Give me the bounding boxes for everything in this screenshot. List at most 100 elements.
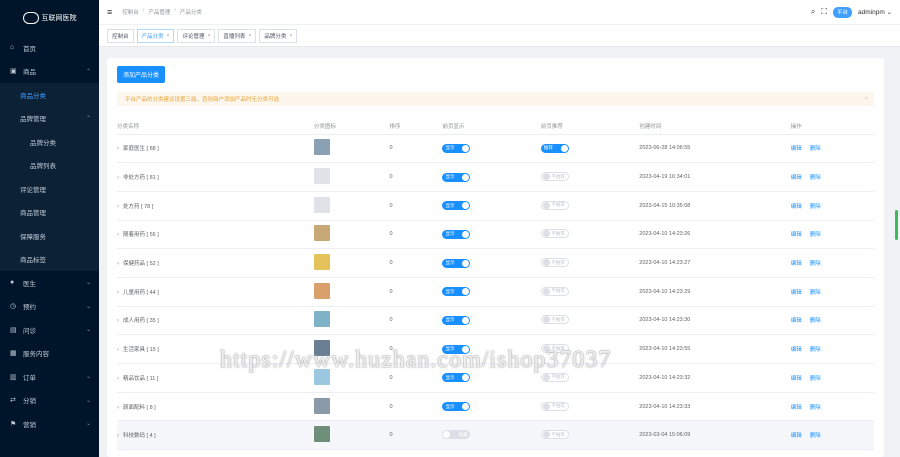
sidebar-item-appointment[interactable]: ◷ 预约 ⌄ — [0, 295, 99, 319]
edit-link[interactable]: 编辑 — [791, 146, 802, 152]
close-icon[interactable]: × — [167, 33, 170, 39]
expand-arrow-icon[interactable]: › — [117, 232, 119, 238]
show-toggle[interactable]: 显示 — [442, 258, 471, 268]
delete-link[interactable]: 删除 — [810, 433, 821, 439]
recommend-toggle[interactable]: 不推荐 — [540, 200, 569, 210]
recommend-toggle[interactable]: 不推荐 — [540, 286, 569, 296]
show-toggle[interactable]: 显示 — [442, 373, 471, 383]
sidebar-item-home[interactable]: ⌂ 首页 — [0, 36, 99, 60]
expand-arrow-icon[interactable]: › — [117, 204, 119, 210]
category-thumbnail[interactable] — [313, 397, 330, 414]
tab-brand-category[interactable]: 品牌分类 × — [259, 28, 298, 43]
fullscreen-icon[interactable]: ⛶ — [821, 7, 827, 17]
sidebar-item-comments[interactable]: 评论管理 — [0, 177, 99, 201]
delete-link[interactable]: 删除 — [810, 204, 821, 210]
category-thumbnail[interactable] — [313, 426, 330, 443]
category-thumbnail[interactable] — [313, 282, 330, 299]
edit-link[interactable]: 编辑 — [791, 204, 802, 210]
sidebar-item-orders[interactable]: ▥ 订单 ⌄ — [0, 365, 99, 389]
sidebar-item-distribution[interactable]: ⇄ 分销 ⌄ — [0, 389, 99, 413]
recommend-toggle[interactable]: 不推荐 — [540, 372, 569, 382]
user-menu[interactable]: adminpm ⌄ — [858, 8, 892, 16]
edit-link[interactable]: 编辑 — [791, 376, 802, 382]
sidebar-item-doctor[interactable]: ● 医生 ⌄ — [0, 271, 99, 295]
sidebar-item-guarantee[interactable]: 保障服务 — [0, 224, 99, 248]
close-icon[interactable]: × — [248, 33, 251, 39]
delete-link[interactable]: 删除 — [810, 290, 821, 296]
sidebar-item-brand-manage[interactable]: 品牌管理 ⌃ — [0, 106, 99, 130]
delete-link[interactable]: 删除 — [810, 232, 821, 238]
edit-link[interactable]: 编辑 — [791, 318, 802, 324]
show-toggle[interactable]: 显示 — [442, 344, 471, 354]
show-toggle[interactable]: 显示 — [442, 172, 471, 182]
breadcrumb-item[interactable]: 产品管理 — [148, 8, 170, 16]
sidebar-item-goods-category[interactable]: 商品分类 — [0, 83, 99, 107]
recommend-toggle[interactable]: 不推荐 — [540, 172, 569, 182]
sidebar-item-goods[interactable]: ▣ 商品 ⌃ — [0, 60, 99, 84]
category-thumbnail[interactable] — [313, 311, 330, 328]
category-thumbnail[interactable] — [313, 168, 330, 185]
sidebar-item-consult[interactable]: ▤ 问诊 ⌄ — [0, 318, 99, 342]
close-icon[interactable]: × — [207, 33, 210, 39]
category-thumbnail[interactable] — [313, 139, 330, 156]
sidebar-item-marketing[interactable]: ⚑ 营销 ⌄ — [0, 412, 99, 436]
show-toggle[interactable]: 显示 — [442, 287, 471, 297]
sidebar-item-brand-category[interactable]: 品牌分类 — [0, 130, 99, 154]
brand-logo[interactable]: 互联网医院 — [0, 0, 99, 36]
recommend-toggle[interactable]: 不推荐 — [540, 401, 569, 411]
category-thumbnail[interactable] — [313, 254, 330, 271]
sidebar-item-brand-list[interactable]: 品牌列表 — [0, 153, 99, 177]
edit-link[interactable]: 编辑 — [791, 232, 802, 238]
search-icon[interactable]: ⌕ — [811, 7, 815, 17]
expand-arrow-icon[interactable]: › — [117, 261, 119, 267]
show-toggle[interactable]: 显示 — [442, 201, 471, 211]
sidebar-item-service[interactable]: ▦ 服务内容 — [0, 342, 99, 366]
add-category-button[interactable]: 添加产品分类 — [117, 66, 166, 83]
delete-link[interactable]: 删除 — [810, 405, 821, 411]
close-icon[interactable]: × — [865, 96, 868, 102]
edit-link[interactable]: 编辑 — [791, 261, 802, 267]
delete-link[interactable]: 删除 — [810, 318, 821, 324]
edit-link[interactable]: 编辑 — [791, 347, 802, 353]
recommend-toggle[interactable]: 推荐 — [540, 143, 569, 153]
recommend-toggle[interactable]: 不推荐 — [540, 229, 569, 239]
show-toggle[interactable]: 显示 — [442, 229, 471, 239]
recommend-toggle[interactable]: 不推荐 — [540, 315, 569, 325]
breadcrumb-item[interactable]: 控制台 — [122, 8, 139, 16]
recommend-toggle[interactable]: 不推荐 — [540, 344, 569, 354]
category-thumbnail[interactable] — [313, 225, 330, 242]
expand-arrow-icon[interactable]: › — [117, 318, 119, 324]
expand-arrow-icon[interactable]: › — [117, 433, 119, 439]
expand-arrow-icon[interactable]: › — [117, 146, 119, 152]
delete-link[interactable]: 删除 — [810, 376, 821, 382]
tab-comments[interactable]: 评论管理 × — [177, 28, 216, 43]
tab-live-list[interactable]: 直播列表 × — [218, 28, 257, 43]
tab-product-category[interactable]: 产品分类 × — [136, 28, 175, 43]
edit-link[interactable]: 编辑 — [791, 433, 802, 439]
expand-arrow-icon[interactable]: › — [117, 347, 119, 353]
edit-link[interactable]: 编辑 — [791, 175, 802, 181]
delete-link[interactable]: 删除 — [810, 146, 821, 152]
edit-link[interactable]: 编辑 — [791, 405, 802, 411]
close-icon[interactable]: × — [289, 33, 292, 39]
show-toggle[interactable]: 显示 — [442, 143, 471, 153]
menu-toggle-icon[interactable]: ≡ — [107, 7, 112, 17]
sidebar-item-goods-manage[interactable]: 商品管理 — [0, 200, 99, 224]
delete-link[interactable]: 删除 — [810, 347, 821, 353]
expand-arrow-icon[interactable]: › — [117, 290, 119, 296]
expand-arrow-icon[interactable]: › — [117, 376, 119, 382]
category-thumbnail[interactable] — [313, 340, 330, 357]
show-toggle[interactable]: 显示 — [442, 402, 471, 412]
vertical-scrollbar[interactable] — [895, 210, 898, 240]
show-toggle[interactable]: 显示 — [442, 315, 471, 325]
recommend-toggle[interactable]: 不推荐 — [540, 258, 569, 268]
tab-dashboard[interactable]: 控制台 — [107, 28, 134, 43]
delete-link[interactable]: 删除 — [810, 175, 821, 181]
sidebar-item-goods-tags[interactable]: 商品标签 — [0, 247, 99, 271]
recommend-toggle[interactable]: 不推荐 — [540, 430, 569, 440]
expand-arrow-icon[interactable]: › — [117, 405, 119, 411]
category-thumbnail[interactable] — [313, 196, 330, 213]
category-thumbnail[interactable] — [313, 368, 330, 385]
expand-arrow-icon[interactable]: › — [117, 175, 119, 181]
show-toggle[interactable]: 隐藏 — [442, 430, 471, 440]
